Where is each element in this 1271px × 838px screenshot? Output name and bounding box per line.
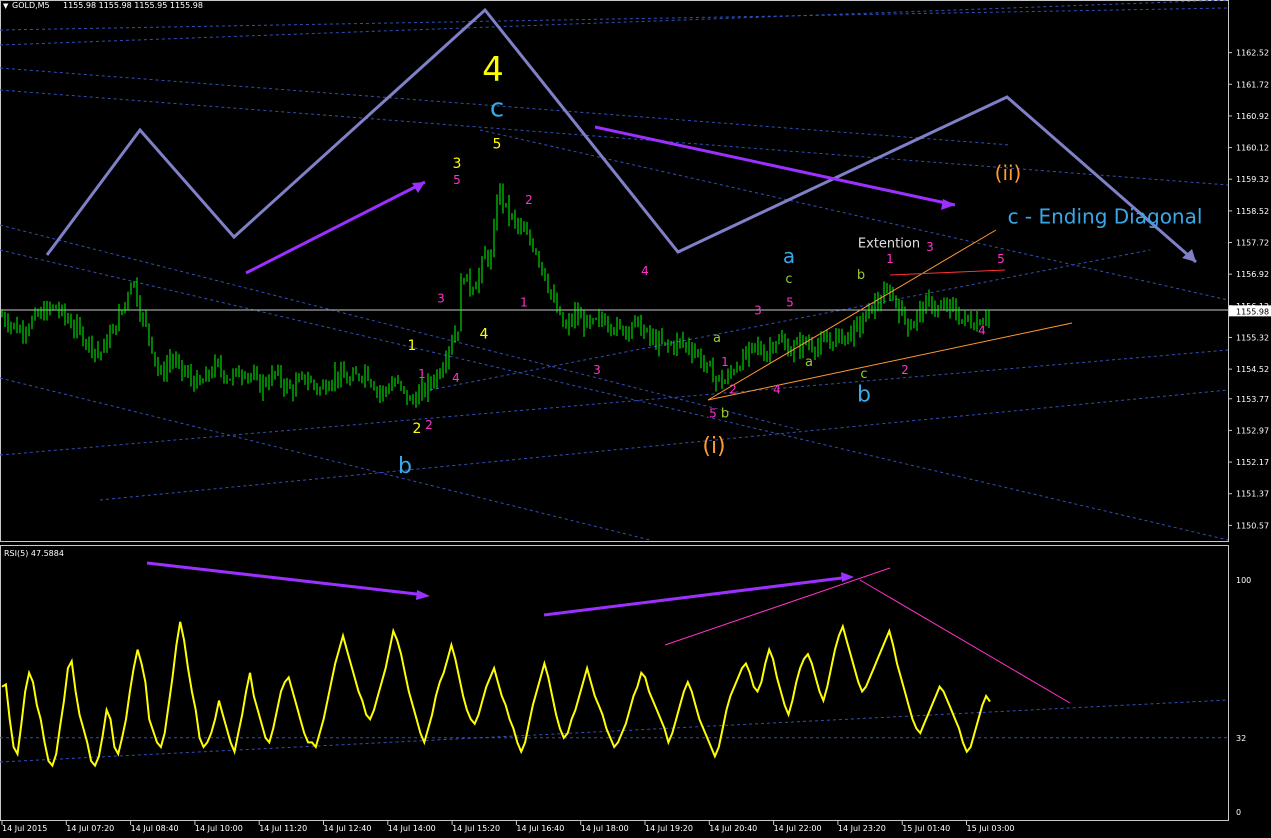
rsi-title: RSI(5) 47.5884	[4, 549, 64, 558]
y-tick-label: 1160.12	[1236, 144, 1269, 153]
wave-label: a	[783, 244, 795, 268]
x-tick-label: 14 Jul 10:00	[195, 824, 243, 833]
x-tick-label: 14 Jul 22:00	[774, 824, 822, 833]
wave-label: 5	[997, 252, 1005, 266]
x-tick-label: 14 Jul 2015	[2, 824, 47, 833]
wave-label: 3	[926, 240, 934, 254]
wave-label: c	[490, 94, 504, 124]
y-tick-label: 1157.72	[1236, 239, 1269, 248]
wave-label: Extention	[858, 236, 920, 251]
wave-label: 2	[413, 421, 422, 437]
x-tick-label: 14 Jul 15:20	[452, 824, 500, 833]
wave-label: 1	[520, 296, 528, 310]
wave-label: 2	[525, 193, 533, 207]
wave-label: 1	[408, 338, 417, 354]
wave-label: 1	[886, 252, 894, 266]
wave-label: 4	[452, 371, 460, 385]
rsi-y-tick-label: 0	[1236, 808, 1241, 817]
wave-label: b	[398, 454, 412, 479]
x-tick-label: 14 Jul 18:00	[581, 824, 629, 833]
chart-ohlc: 1155.98 1155.98 1155.95 1155.98	[63, 1, 203, 10]
chart-symbol: GOLD,M5	[12, 1, 50, 10]
wave-label: 1	[721, 355, 729, 369]
wave-label: 3	[437, 292, 445, 306]
x-tick-label: 14 Jul 19:20	[645, 824, 693, 833]
y-tick-label: 1150.57	[1236, 521, 1269, 530]
y-tick-label: 1155.32	[1236, 333, 1269, 342]
x-tick-label: 15 Jul 03:00	[967, 824, 1015, 833]
wave-label: 3	[453, 156, 462, 172]
y-tick-label: 1153.77	[1236, 395, 1269, 404]
current-price-label: 1155.98	[1236, 307, 1269, 316]
y-tick-label: 1160.92	[1236, 112, 1269, 121]
wave-label: 4	[480, 326, 489, 342]
wave-label: 5	[493, 136, 502, 152]
y-tick-label: 1161.72	[1236, 80, 1269, 89]
rsi-y-tick-label: 100	[1236, 576, 1251, 585]
chart-canvas: 4c53523 1141 422b43a12 45 b(i)35acabcb213Ext…	[0, 0, 1271, 838]
y-tick-label: 1158.52	[1236, 207, 1269, 216]
wave-label: 2	[901, 363, 909, 377]
wave-label: 2	[425, 418, 433, 432]
wave-label: 4	[641, 264, 649, 278]
wave-label: (ii)	[995, 161, 1022, 185]
x-tick-label: 14 Jul 08:40	[131, 824, 179, 833]
y-tick-label: 1159.32	[1236, 175, 1269, 184]
x-tick-label: 15 Jul 01:40	[902, 824, 950, 833]
x-tick-label: 14 Jul 07:20	[66, 824, 114, 833]
y-tick-label: 1152.97	[1236, 426, 1269, 435]
wave-label: a	[805, 355, 813, 370]
wave-label: (i)	[702, 434, 725, 459]
wave-label: b	[857, 268, 865, 283]
y-tick-label: 1152.17	[1236, 458, 1269, 467]
x-tick-label: 14 Jul 12:40	[324, 824, 372, 833]
wave-label: 3	[593, 363, 601, 377]
wave-label: 4	[978, 323, 986, 337]
y-tick-label: 1154.52	[1236, 365, 1269, 374]
wave-label: a	[713, 331, 721, 346]
y-tick-label: 1151.37	[1236, 490, 1269, 499]
wave-label: 4	[482, 50, 504, 90]
wave-label: c	[860, 367, 867, 382]
y-tick-label: 1156.92	[1236, 270, 1269, 279]
wave-label: 5	[709, 406, 717, 420]
chart-menu-triangle[interactable]: ▼	[3, 2, 9, 10]
wave-label: 3	[754, 304, 762, 318]
wave-label: c - Ending Diagonal	[1008, 205, 1203, 229]
wave-label: 5	[786, 296, 794, 310]
wave-label: 4	[773, 383, 781, 397]
y-tick-label: 1162.52	[1236, 49, 1269, 58]
x-tick-label: 14 Jul 23:20	[838, 824, 886, 833]
rsi-y-tick-label: 32	[1236, 734, 1246, 743]
wave-label: 5	[453, 173, 461, 187]
wave-label: b	[721, 406, 729, 421]
wave-label: c	[785, 272, 792, 287]
wave-label: 2	[729, 383, 737, 397]
wave-label: b	[857, 383, 871, 408]
x-tick-label: 14 Jul 11:20	[259, 824, 307, 833]
x-tick-label: 14 Jul 16:40	[516, 824, 564, 833]
x-tick-label: 14 Jul 20:40	[709, 824, 757, 833]
wave-label: 1	[418, 367, 426, 381]
x-tick-label: 14 Jul 14:00	[388, 824, 436, 833]
